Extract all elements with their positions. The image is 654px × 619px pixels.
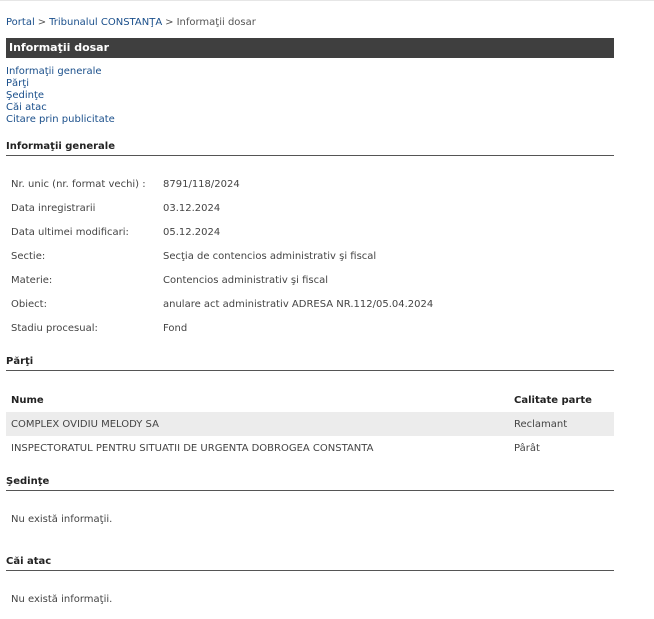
info-label: Nr. unic (nr. format vechi) : [11, 179, 146, 190]
party-name: INSPECTORATUL PENTRU SITUATII DE URGENTA… [11, 443, 374, 454]
column-header-calitate-parte: Calitate parte [514, 395, 592, 406]
info-value: 03.12.2024 [163, 203, 221, 214]
section-heading-cai-atac: Căi atac [6, 556, 614, 571]
cai-atac-empty-message: Nu există informaţii. [11, 594, 113, 605]
info-label: Sectie: [11, 251, 46, 262]
parti-table-header: Nume Calitate parte [6, 388, 614, 412]
breadcrumb: Portal > Tribunalul CONSTANŢA > Informaţii d… [6, 17, 256, 28]
info-value: Secţia de contencios administrativ şi fi… [163, 251, 377, 262]
party-role: Reclamant [514, 419, 568, 430]
anchor-informatii-generale[interactable]: Informaţii generale [6, 66, 115, 78]
breadcrumb-court-link[interactable]: Tribunalul CONSTANŢA [49, 17, 162, 28]
info-label: Materie: [11, 275, 53, 286]
info-label: Data inregistrarii [11, 203, 96, 214]
table-row: INSPECTORATUL PENTRU SITUATII DE URGENTA… [6, 436, 614, 460]
info-value: 8791/118/2024 [163, 179, 240, 190]
anchor-citare-prin-publicitate[interactable]: Citare prin publicitate [6, 114, 115, 126]
anchor-sedinte[interactable]: Şedinţe [6, 90, 115, 102]
section-heading-informatii-generale: Informaţii generale [6, 141, 614, 156]
breadcrumb-separator: > [165, 17, 174, 28]
info-label: Stadiu procesual: [11, 323, 98, 334]
breadcrumb-separator: > [37, 17, 47, 28]
section-anchor-links: Informaţii generale Părţi Şedinţe Căi at… [6, 66, 115, 126]
page-title: Informaţii dosar [6, 38, 614, 58]
section-heading-sedinte: Şedinţe [6, 476, 614, 491]
column-header-nume: Nume [11, 395, 44, 406]
info-value: anulare act administrativ ADRESA NR.112/… [163, 299, 434, 310]
breadcrumb-current: Informaţii dosar [176, 17, 256, 28]
info-value: Fond [163, 323, 188, 334]
info-value: 05.12.2024 [163, 227, 221, 238]
info-label: Obiect: [11, 299, 47, 310]
section-heading-parti: Părţi [6, 356, 614, 371]
info-value: Contencios administrativ şi fiscal [163, 275, 328, 286]
top-divider [0, 0, 654, 1]
party-name: COMPLEX OVIDIU MELODY SA [11, 419, 159, 430]
info-label: Data ultimei modificari: [11, 227, 129, 238]
parti-table: Nume Calitate parte COMPLEX OVIDIU MELOD… [6, 388, 614, 460]
anchor-cai-atac[interactable]: Căi atac [6, 102, 115, 114]
anchor-parti[interactable]: Părţi [6, 78, 115, 90]
table-row: COMPLEX OVIDIU MELODY SA Reclamant [6, 412, 614, 436]
breadcrumb-portal-link[interactable]: Portal [6, 17, 35, 28]
sedinte-empty-message: Nu există informaţii. [11, 514, 113, 525]
party-role: Pârât [514, 443, 540, 454]
